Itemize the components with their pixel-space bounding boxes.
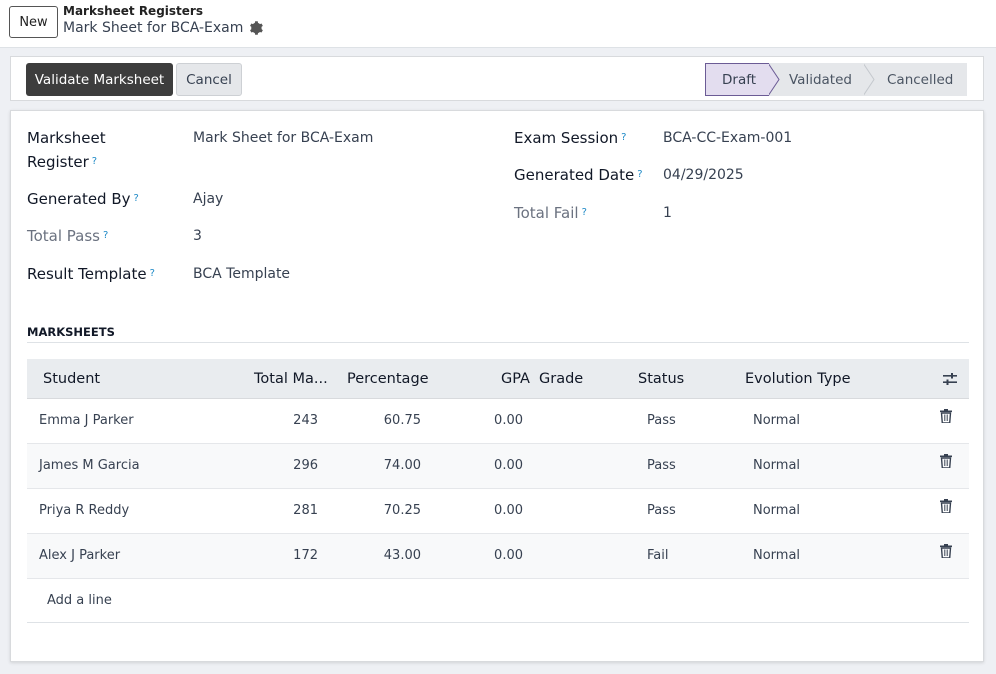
trash-icon[interactable] (940, 409, 952, 423)
result-template-value[interactable]: BCA Template (193, 262, 290, 286)
table-row[interactable]: Emma J Parker 243 60.75 0.00 Pass Normal (27, 399, 969, 444)
validate-marksheet-button[interactable]: Validate Marksheet (26, 63, 173, 96)
cell-student[interactable]: Emma J Parker (39, 399, 134, 443)
trash-icon[interactable] (940, 544, 952, 558)
total-pass-value: 3 (193, 228, 202, 244)
cell-gpa[interactable]: 0.00 (467, 489, 523, 533)
cell-total[interactable]: 281 (247, 489, 318, 533)
table-row[interactable]: Priya R Reddy 281 70.25 0.00 Pass Normal (27, 489, 969, 534)
marksheet-register-label-line1: Marksheet (27, 129, 106, 147)
cell-evolution-type[interactable]: Normal (753, 489, 800, 533)
cell-student[interactable]: Priya R Reddy (39, 489, 129, 533)
generated-by-label-text: Generated By (27, 190, 131, 208)
stage-cancelled-label: Cancelled (887, 71, 954, 88)
cell-total[interactable]: 243 (247, 399, 318, 443)
cell-evolution-type[interactable]: Normal (753, 399, 800, 443)
status-stages: Draft Validated Cancelled (705, 63, 967, 96)
marksheets-table: Student Total Ma... Percentage GPA Grade… (27, 359, 969, 623)
stage-validated-label: Validated (789, 71, 852, 88)
cell-status[interactable]: Pass (647, 489, 676, 533)
cell-gpa[interactable]: 0.00 (467, 444, 523, 488)
generated-date-value[interactable]: 04/29/2025 (663, 163, 744, 187)
cell-student[interactable]: James M Garcia (39, 444, 140, 488)
column-grade[interactable]: Grade (539, 359, 583, 399)
form-sheet: Marksheet Register? Mark Sheet for BCA-E… (10, 110, 984, 662)
column-evolution-type[interactable]: Evolution Type (745, 359, 851, 399)
gear-icon[interactable] (249, 21, 264, 35)
result-template-label: Result Template? (27, 262, 155, 286)
help-icon[interactable]: ? (621, 132, 626, 143)
total-fail-label: Total Fail? (514, 201, 587, 225)
total-pass-label: Total Pass? (27, 224, 108, 248)
help-icon[interactable]: ? (103, 230, 108, 241)
table-row[interactable]: James M Garcia 296 74.00 0.00 Pass Norma… (27, 444, 969, 489)
stage-draft[interactable]: Draft (705, 63, 780, 96)
cancel-button[interactable]: Cancel (176, 63, 242, 96)
total-pass-label-text: Total Pass (27, 227, 100, 245)
total-fail-label-text: Total Fail (514, 204, 579, 222)
cell-student[interactable]: Alex J Parker (39, 534, 120, 578)
help-icon[interactable]: ? (92, 156, 97, 167)
exam-session-value[interactable]: BCA-CC-Exam-001 (663, 126, 792, 150)
exam-session-label: Exam Session? (514, 126, 626, 150)
cell-evolution-type[interactable]: Normal (753, 534, 800, 578)
cell-status[interactable]: Fail (647, 534, 668, 578)
stage-draft-label: Draft (722, 71, 757, 88)
add-a-line-link[interactable]: Add a line (47, 579, 112, 623)
result-template-label-text: Result Template (27, 265, 147, 283)
help-icon[interactable]: ? (134, 193, 139, 204)
breadcrumb-parent-link[interactable]: Marksheet Registers (63, 4, 203, 18)
marksheet-register-label-line2: Register (27, 153, 89, 171)
cell-percentage[interactable]: 60.75 (347, 399, 421, 443)
exam-session-label-text: Exam Session (514, 129, 619, 147)
column-percentage[interactable]: Percentage (347, 359, 429, 399)
cell-percentage[interactable]: 74.00 (347, 444, 421, 488)
marksheet-register-label: Marksheet Register? (27, 126, 106, 174)
generated-date-label: Generated Date? (514, 163, 643, 187)
cell-percentage[interactable]: 43.00 (347, 534, 421, 578)
breadcrumb-current-label: Mark Sheet for BCA-Exam (63, 20, 244, 36)
add-line-row: Add a line (27, 579, 969, 623)
column-total-marks[interactable]: Total Ma... (254, 359, 328, 399)
cell-gpa[interactable]: 0.00 (467, 534, 523, 578)
control-panel: New Marksheet Registers Mark Sheet for B… (0, 0, 996, 48)
marksheet-register-value[interactable]: Mark Sheet for BCA-Exam (193, 126, 373, 150)
table-header: Student Total Ma... Percentage GPA Grade… (27, 359, 969, 399)
cell-status[interactable]: Pass (647, 444, 676, 488)
column-student[interactable]: Student (43, 359, 100, 399)
help-icon[interactable]: ? (637, 169, 642, 180)
cell-total[interactable]: 172 (247, 534, 318, 578)
generated-by-label: Generated By? (27, 187, 139, 211)
column-status[interactable]: Status (638, 359, 684, 399)
statusbar: Validate Marksheet Cancel Draft Validate… (10, 56, 984, 101)
cell-percentage[interactable]: 70.25 (347, 489, 421, 533)
breadcrumb-current: Mark Sheet for BCA-Exam (63, 20, 264, 36)
marksheets-section-title: MARKSHEETS (27, 325, 115, 339)
cell-status[interactable]: Pass (647, 399, 676, 443)
stage-cancelled[interactable]: Cancelled (863, 63, 967, 96)
column-gpa[interactable]: GPA (501, 359, 530, 399)
cell-gpa[interactable]: 0.00 (467, 399, 523, 443)
trash-icon[interactable] (940, 454, 952, 468)
cell-total[interactable]: 296 (247, 444, 318, 488)
trash-icon[interactable] (940, 499, 952, 513)
help-icon[interactable]: ? (150, 268, 155, 279)
help-icon[interactable]: ? (582, 207, 587, 218)
cell-evolution-type[interactable]: Normal (753, 444, 800, 488)
stage-validated[interactable]: Validated (769, 63, 875, 96)
sliders-icon[interactable] (943, 372, 957, 386)
generated-date-label-text: Generated Date (514, 166, 635, 184)
generated-by-value[interactable]: Ajay (193, 187, 223, 211)
section-divider (27, 342, 969, 343)
total-fail-value: 1 (663, 205, 672, 221)
table-row[interactable]: Alex J Parker 172 43.00 0.00 Fail Normal (27, 534, 969, 579)
new-button[interactable]: New (9, 6, 58, 38)
